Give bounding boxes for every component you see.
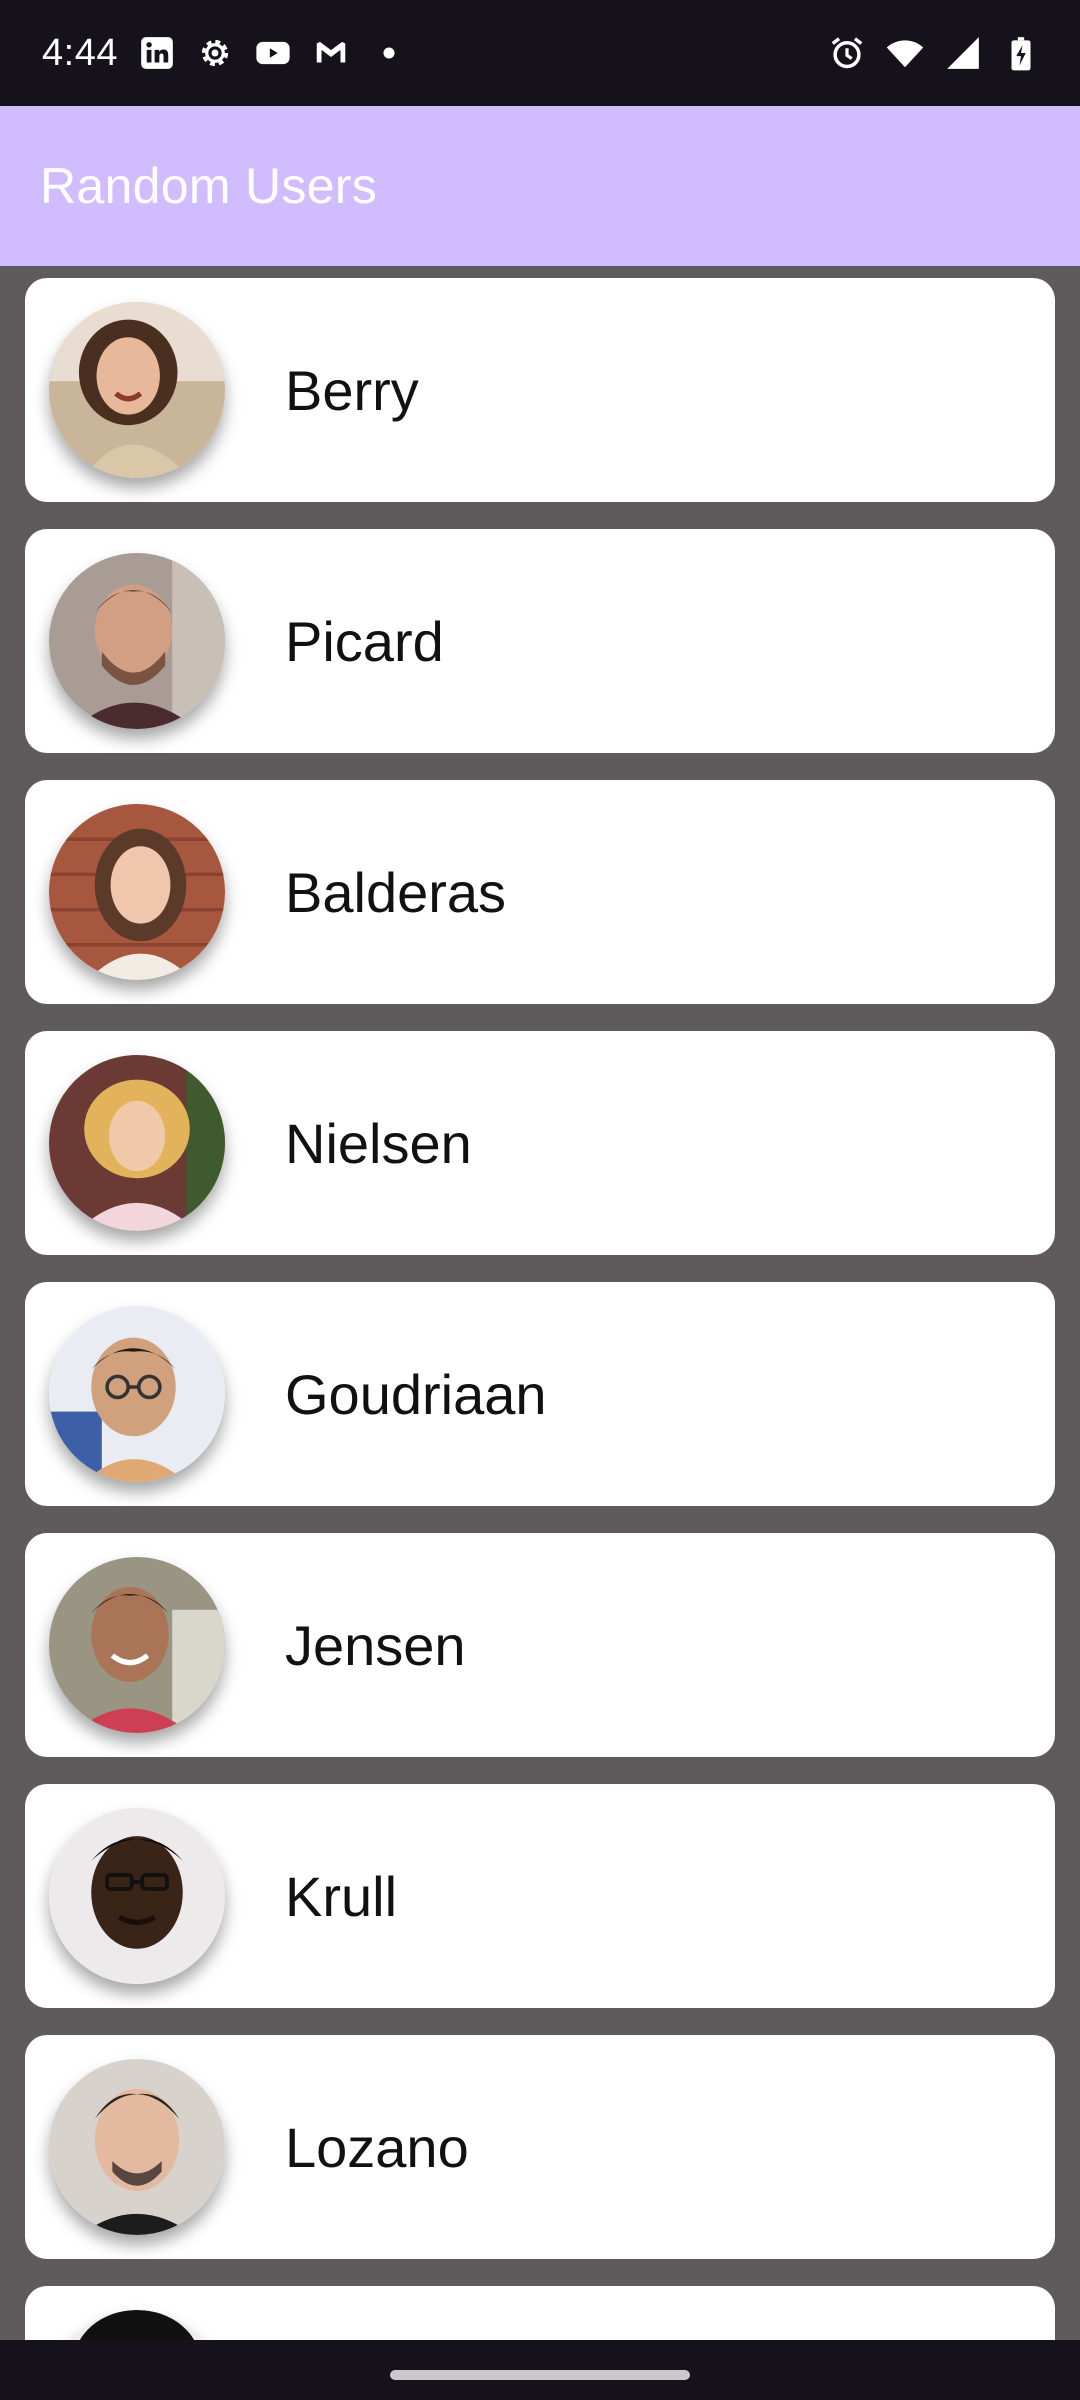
- user-name: Berry: [285, 358, 419, 422]
- user-name: Picard: [285, 609, 444, 673]
- status-bar: 4:44: [0, 0, 1080, 106]
- wifi-icon: [886, 34, 924, 72]
- user-name: Nielsen: [285, 1111, 472, 1175]
- youtube-icon: [254, 34, 292, 72]
- user-card[interactable]: Picard: [25, 529, 1055, 753]
- user-avatar: [49, 1808, 225, 1984]
- dot-icon: [370, 34, 408, 72]
- user-list[interactable]: Berry Picard Balderas Nielsen Goudriaan …: [0, 266, 1080, 2340]
- user-card[interactable]: Nielsen: [25, 1031, 1055, 1255]
- status-time: 4:44: [42, 31, 118, 74]
- user-name: Balderas: [285, 860, 507, 924]
- user-card[interactable]: [25, 2286, 1055, 2340]
- user-card[interactable]: Goudriaan: [25, 1282, 1055, 1506]
- user-name: Jensen: [285, 1613, 466, 1677]
- user-avatar: [49, 1055, 225, 1231]
- user-name: Goudriaan: [285, 1362, 547, 1426]
- user-card[interactable]: Krull: [25, 1784, 1055, 2008]
- gmail-icon: [312, 34, 350, 72]
- battery-charging-icon: [1002, 34, 1040, 72]
- user-avatar: [49, 1557, 225, 1733]
- user-avatar: [49, 804, 225, 980]
- signal-icon: [944, 34, 982, 72]
- user-avatar: [49, 1306, 225, 1482]
- status-left: 4:44: [42, 32, 408, 75]
- user-avatar: [49, 553, 225, 729]
- app-title: Random Users: [40, 158, 378, 214]
- status-right: [828, 34, 1040, 72]
- user-card[interactable]: Berry: [25, 278, 1055, 502]
- alarm-icon: [828, 34, 866, 72]
- user-name: Lozano: [285, 2115, 469, 2179]
- user-avatar: [49, 2310, 225, 2340]
- user-card[interactable]: Lozano: [25, 2035, 1055, 2259]
- settings-gear-icon: [196, 34, 234, 72]
- user-avatar: [49, 2059, 225, 2235]
- app-bar: Random Users: [0, 106, 1080, 266]
- user-avatar: [49, 302, 225, 478]
- home-gesture-handle[interactable]: [390, 2370, 690, 2380]
- user-card[interactable]: Jensen: [25, 1533, 1055, 1757]
- user-name: Krull: [285, 1864, 398, 1928]
- linkedin-icon: [138, 34, 176, 72]
- navigation-bar: [0, 2340, 1080, 2400]
- user-card[interactable]: Balderas: [25, 780, 1055, 1004]
